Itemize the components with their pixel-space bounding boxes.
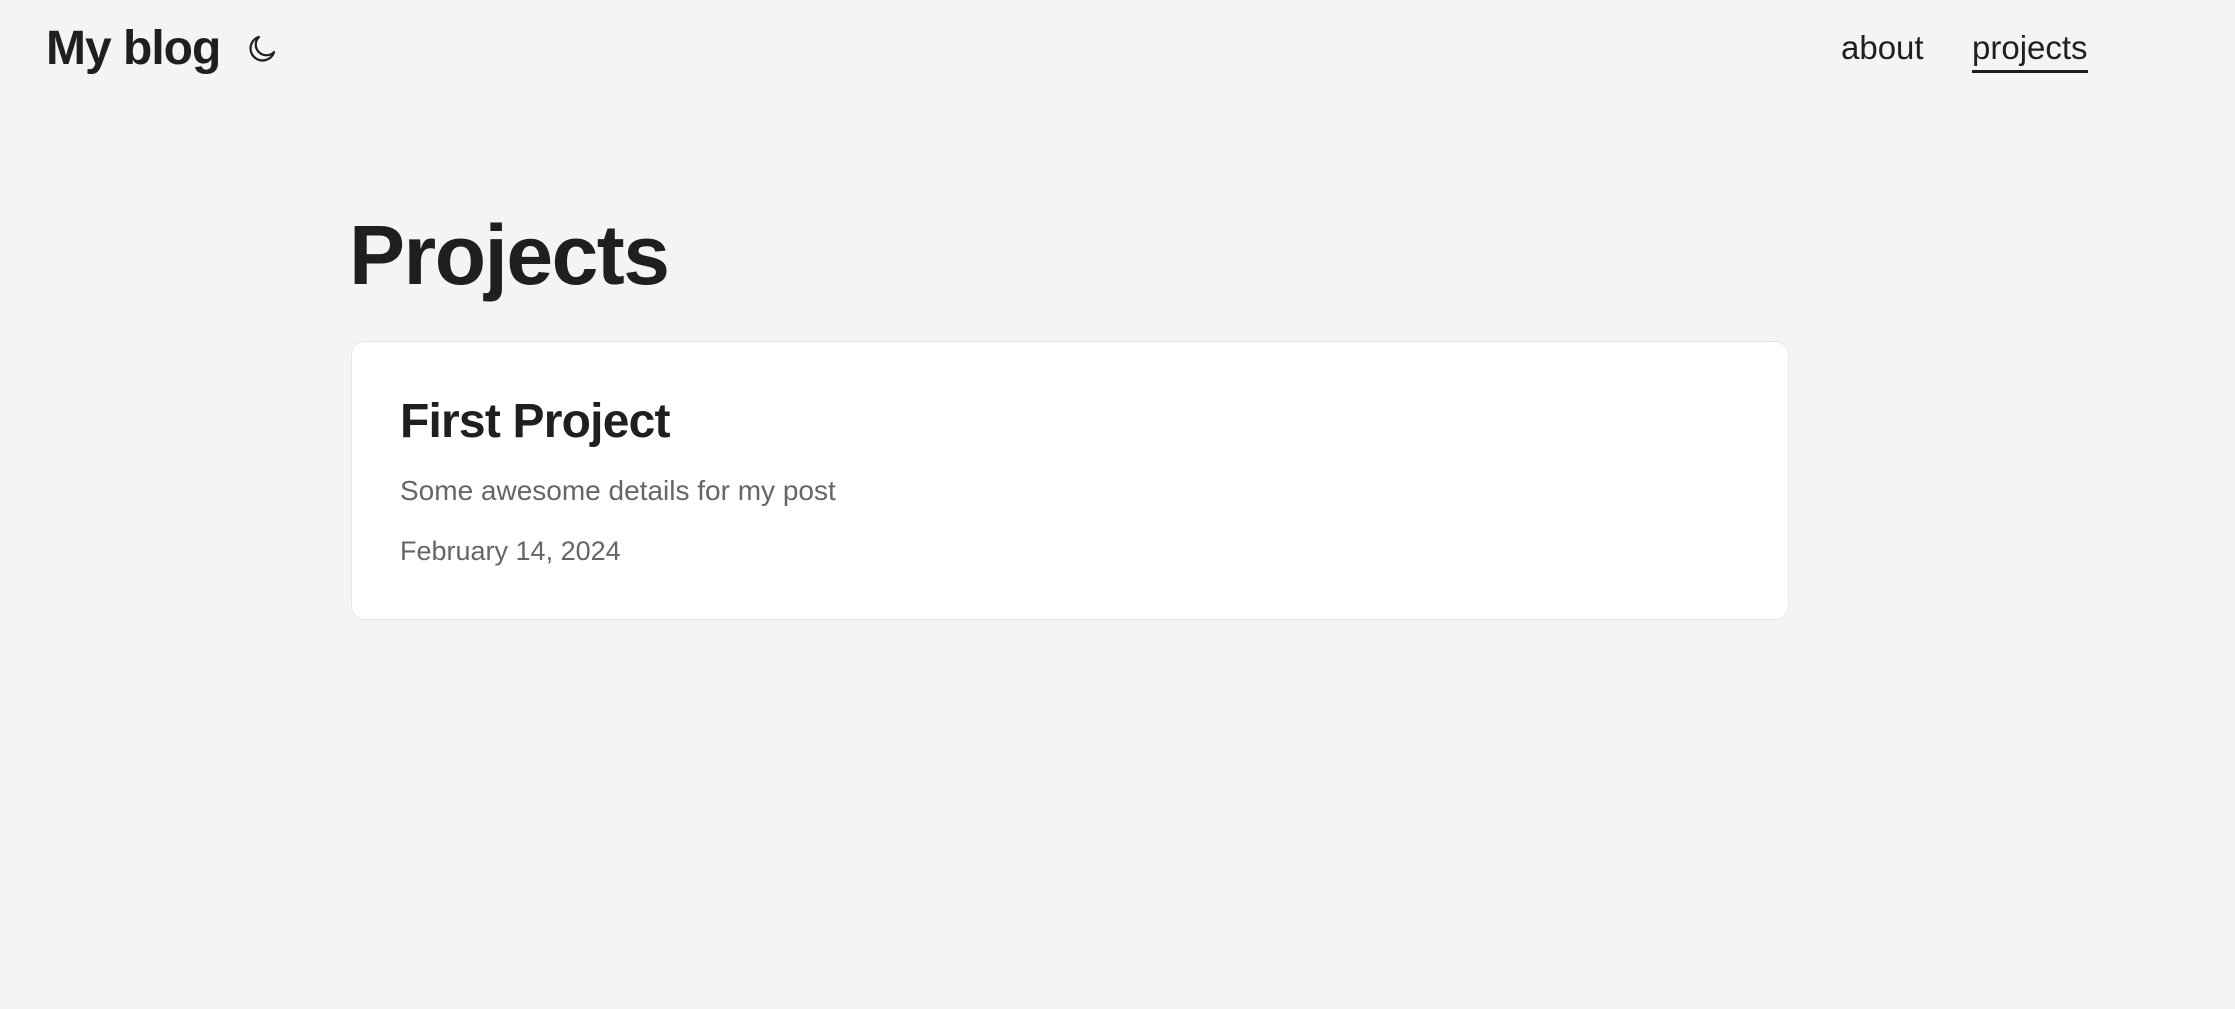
project-description: Some awesome details for my post: [400, 475, 836, 506]
project-date: February 14, 2024: [400, 536, 621, 566]
nav-link-projects[interactable]: projects: [1972, 26, 2088, 73]
nav-link-about[interactable]: about: [1841, 26, 1924, 70]
main-nav: about projects: [0, 26, 2235, 76]
project-title[interactable]: First Project: [400, 392, 670, 452]
page-title: Projects: [349, 208, 670, 302]
project-card[interactable]: First Project Some awesome details for m…: [351, 341, 1789, 620]
site-header: My blog about projects: [0, 0, 2235, 100]
